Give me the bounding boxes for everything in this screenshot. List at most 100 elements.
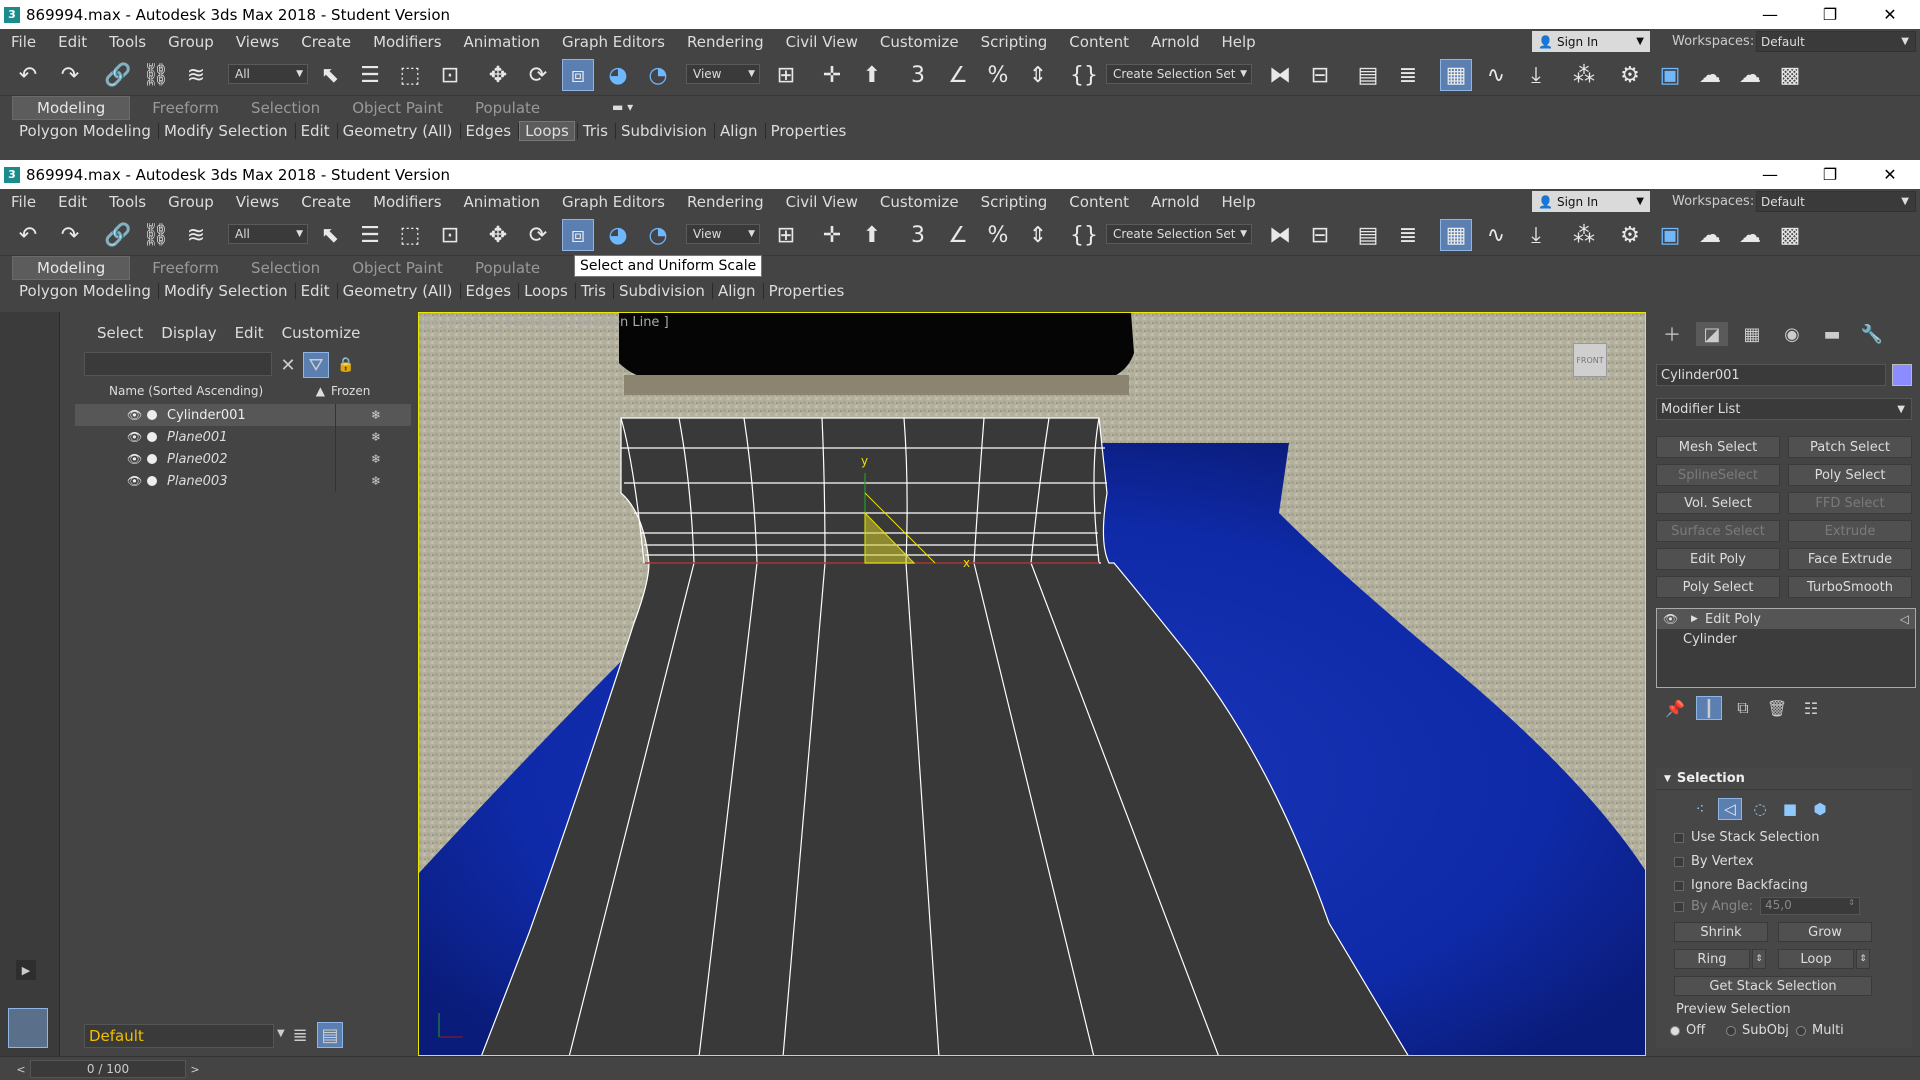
spinner-arrows-icon[interactable]: ⇕	[1848, 898, 1855, 907]
panel-modify-selection[interactable]: Modify Selection	[159, 282, 293, 300]
pivot-icon[interactable]: ⊞	[770, 59, 802, 91]
border-icon[interactable]: ◌	[1748, 798, 1772, 820]
tab-freeform[interactable]: Freeform	[142, 257, 229, 279]
se-menu-edit[interactable]: Edit	[235, 324, 264, 342]
panel-edges[interactable]: Edges	[461, 122, 517, 140]
menu-scripting[interactable]: Scripting	[970, 33, 1059, 51]
extrude-button[interactable]: Extrude	[1788, 520, 1912, 542]
by-angle-checkbox[interactable]: By Angle:	[1674, 899, 1753, 914]
link-icon[interactable]: 🔗	[102, 59, 134, 91]
menu-views[interactable]: Views	[225, 193, 290, 211]
render-setup-icon[interactable]: ⚙	[1614, 59, 1646, 91]
select-object-icon[interactable]: ⬉	[314, 219, 346, 251]
time-slider[interactable]: 0 / 100	[30, 1060, 186, 1078]
get-stack-selection-button[interactable]: Get Stack Selection	[1674, 976, 1872, 996]
menu-content[interactable]: Content	[1058, 33, 1140, 51]
tab-selection[interactable]: Selection	[241, 97, 330, 119]
spinner-snap-icon[interactable]: ⇕	[1022, 59, 1054, 91]
mirror-icon[interactable]: ⧓	[1264, 59, 1296, 91]
move-icon[interactable]: ✥	[482, 219, 514, 251]
menu-edit[interactable]: Edit	[47, 33, 98, 51]
eye-icon[interactable]: 👁	[127, 452, 142, 466]
configure-modifier-sets-icon[interactable]: ☷	[1798, 696, 1824, 720]
menu-group[interactable]: Group	[157, 33, 225, 51]
tab-modeling[interactable]: Modeling	[12, 95, 131, 120]
layer-explorer-icon[interactable]: ≣	[287, 1022, 313, 1048]
utilities-tab-icon[interactable]: 🔧	[1856, 322, 1888, 346]
keyboard-shortcut-icon[interactable]: ⬆	[856, 219, 888, 251]
remove-modifier-icon[interactable]: 🗑	[1764, 696, 1790, 720]
scale-icon[interactable]: ⧈	[562, 59, 594, 91]
edit-named-selection-icon[interactable]: {}	[1068, 59, 1100, 91]
col-name-header[interactable]: Name (Sorted Ascending) ▲	[75, 384, 331, 404]
panel-modify-selection[interactable]: Modify Selection	[159, 122, 293, 140]
unlink-icon[interactable]: ⛓	[140, 59, 172, 91]
panel-polygon-modeling[interactable]: Polygon Modeling	[14, 122, 156, 140]
angle-snap-icon[interactable]: ∠	[942, 219, 974, 251]
render-dot-icon[interactable]	[147, 476, 157, 486]
menu-edit[interactable]: Edit	[47, 193, 98, 211]
minimize-button[interactable]: —	[1740, 0, 1800, 29]
render-gallery-icon[interactable]: ▩	[1774, 59, 1806, 91]
frozen-icon[interactable]: ❄	[371, 452, 381, 466]
list-item[interactable]: 👁 Plane003 ❄	[75, 470, 411, 492]
angle-snap-icon[interactable]: ∠	[942, 59, 974, 91]
menu-rendering[interactable]: Rendering	[676, 33, 775, 51]
rect-selection-icon[interactable]: ⬚	[394, 59, 426, 91]
align-icon[interactable]: ⊟	[1304, 59, 1336, 91]
select-by-name-icon[interactable]: ☰	[354, 59, 386, 91]
close-button[interactable]: ✕	[1860, 160, 1920, 189]
selection-filter[interactable]: All ▼	[228, 224, 308, 244]
ffd-select-button[interactable]: FFD Select	[1788, 492, 1912, 514]
face-extrude-button[interactable]: Face Extrude	[1788, 548, 1912, 570]
loop-button[interactable]: Loop	[1778, 949, 1854, 969]
render-production-icon[interactable]: ☁	[1694, 219, 1726, 251]
panel-geometry[interactable]: Geometry (All)	[338, 282, 458, 300]
menu-rendering[interactable]: Rendering	[676, 193, 775, 211]
move-icon[interactable]: ✥	[482, 59, 514, 91]
panel-edges[interactable]: Edges	[461, 282, 517, 300]
tab-freeform[interactable]: Freeform	[142, 97, 229, 119]
ring-spinner-icon[interactable]: ⇕	[1752, 949, 1766, 969]
redo-icon[interactable]: ↷	[54, 219, 86, 251]
grow-button[interactable]: Grow	[1778, 922, 1872, 942]
panel-edit[interactable]: Edit	[296, 122, 335, 140]
panel-properties[interactable]: Properties	[764, 282, 850, 300]
poly-select-button-2[interactable]: Poly Select	[1656, 576, 1780, 598]
reference-coordinate-select[interactable]: View ▼	[686, 224, 760, 244]
restore-button[interactable]: ❐	[1800, 0, 1860, 29]
toggle-layer-explorer-icon[interactable]: ≣	[1392, 59, 1424, 91]
menu-animation[interactable]: Animation	[453, 33, 551, 51]
rotate-icon[interactable]: ⟳	[522, 219, 554, 251]
placement-2-icon[interactable]: ◔	[642, 219, 674, 251]
eye-icon[interactable]: 👁	[127, 474, 142, 488]
mesh-select-button[interactable]: Mesh Select	[1656, 436, 1780, 458]
menu-create[interactable]: Create	[290, 193, 362, 211]
chevron-down-icon[interactable]: ▼	[277, 1028, 285, 1039]
eye-icon[interactable]: 👁	[1663, 612, 1678, 626]
schematic-view-icon[interactable]: ⁂	[1568, 59, 1600, 91]
render-dot-icon[interactable]	[147, 432, 157, 442]
tab-modeling[interactable]: Modeling	[12, 255, 131, 280]
make-unique-icon[interactable]: ⧉	[1730, 696, 1756, 720]
minimize-button[interactable]: —	[1740, 160, 1800, 189]
tab-object-paint[interactable]: Object Paint	[342, 257, 453, 279]
selection-rollout-header[interactable]: ▼ Selection	[1656, 768, 1912, 790]
render-production-icon[interactable]: ☁	[1694, 59, 1726, 91]
col-frozen-header[interactable]: Frozen	[331, 384, 370, 404]
menu-animation[interactable]: Animation	[453, 193, 551, 211]
named-selection-set[interactable]: Create Selection Set ▼	[1106, 224, 1252, 244]
se-menu-display[interactable]: Display	[161, 324, 216, 342]
percent-snap-icon[interactable]: %	[982, 59, 1014, 91]
clear-search-icon[interactable]: ✕	[275, 352, 301, 378]
menu-customize[interactable]: Customize	[869, 33, 970, 51]
manipulate-icon[interactable]: ✛	[816, 59, 848, 91]
toggle-scene-explorer-icon[interactable]: ▤	[1352, 59, 1384, 91]
menu-file[interactable]: File	[0, 193, 47, 211]
menu-civil-view[interactable]: Civil View	[775, 193, 869, 211]
dope-sheet-icon[interactable]: ⤓	[1520, 59, 1552, 91]
align-icon[interactable]: ⊟	[1304, 219, 1336, 251]
bind-spacewarp-icon[interactable]: ≋	[180, 219, 212, 251]
render-dot-icon[interactable]	[147, 454, 157, 464]
menu-civil-view[interactable]: Civil View	[775, 33, 869, 51]
